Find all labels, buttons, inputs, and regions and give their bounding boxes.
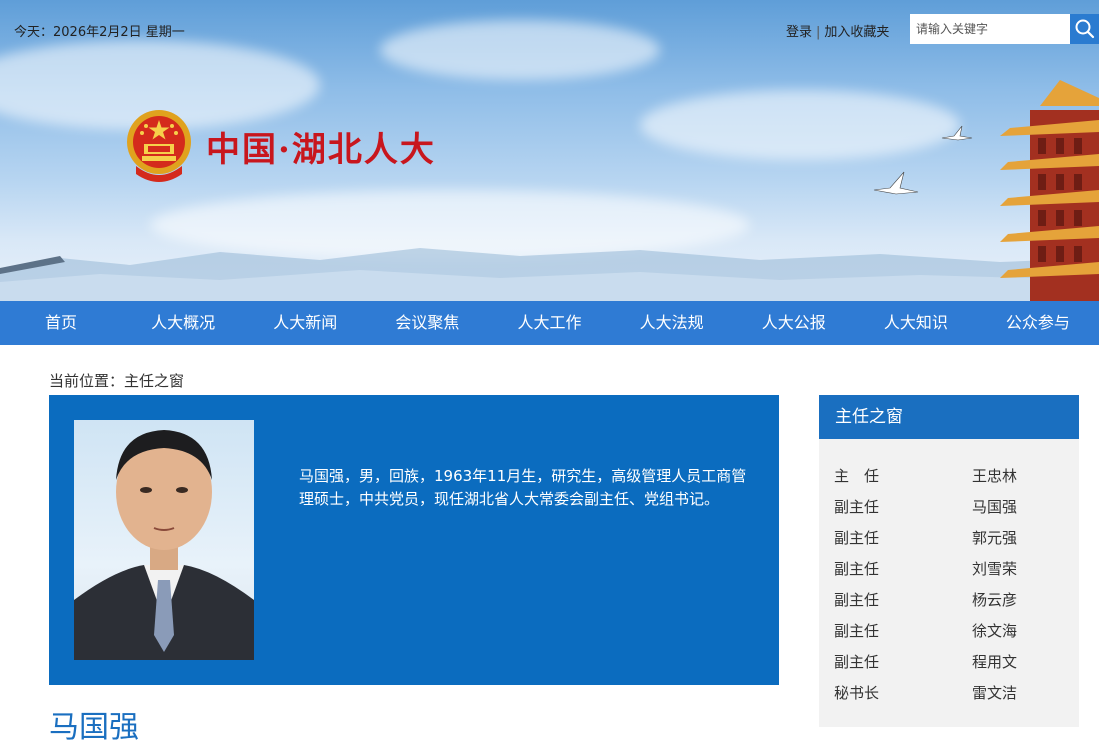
leader-row[interactable]: 副主任 刘雪荣 (834, 558, 1074, 580)
leader-row[interactable]: 副主任 程用文 (834, 651, 1074, 673)
leader-name[interactable]: 王忠林 (972, 465, 1017, 487)
profile-bio: 马国强，男，回族，1963年11月生，研究生，高级管理人员工商管理硕士，中共党员… (299, 467, 747, 508)
cloud-decoration (380, 20, 660, 80)
leader-title: 副主任 (834, 529, 880, 547)
mountains-decoration (0, 248, 1099, 301)
leader-name[interactable]: 徐文海 (972, 620, 1017, 642)
leader-title: 副主任 (834, 653, 880, 671)
portrait-photo (74, 420, 254, 660)
search-input[interactable] (910, 14, 1070, 44)
current-date: 今天：2026年2月2日 星期一 (14, 25, 185, 40)
leader-title: 主 任 (834, 467, 880, 485)
search-button[interactable] (1070, 14, 1099, 44)
cloud-decoration (640, 90, 960, 160)
nav-item-laws[interactable]: 人大法规 (611, 301, 733, 345)
leader-row[interactable]: 副主任 杨云彦 (834, 589, 1074, 611)
national-emblem-icon (127, 110, 191, 182)
nav-item-meetings[interactable]: 会议聚焦 (366, 301, 488, 345)
leader-title: 副主任 (834, 622, 880, 640)
nav-item-overview[interactable]: 人大概况 (122, 301, 244, 345)
nav-item-knowledge[interactable]: 人大知识 (855, 301, 977, 345)
leader-name[interactable]: 马国强 (972, 496, 1017, 518)
nav-item-bulletin[interactable]: 人大公报 (733, 301, 855, 345)
nav-item-participation[interactable]: 公众参与 (977, 301, 1099, 345)
leader-title: 副主任 (834, 591, 880, 609)
leader-title: 秘书长 (834, 684, 880, 702)
profile-card: 马国强，男，回族，1963年11月生，研究生，高级管理人员工商管理硕士，中共党员… (49, 395, 779, 685)
site-title: 中国·湖北人大 (206, 130, 436, 170)
portrait-image (74, 430, 254, 660)
leader-name[interactable]: 杨云彦 (972, 589, 1017, 611)
leader-row[interactable]: 主 任 王忠林 (834, 465, 1074, 487)
nav-item-news[interactable]: 人大新闻 (244, 301, 366, 345)
leader-name[interactable]: 程用文 (972, 651, 1017, 673)
leader-title: 副主任 (834, 560, 880, 578)
nav-item-work[interactable]: 人大工作 (488, 301, 610, 345)
nav-item-home[interactable]: 首页 (0, 301, 122, 345)
main-nav: 首页 人大概况 人大新闻 会议聚焦 人大工作 人大法规 人大公报 人大知识 公众… (0, 301, 1099, 345)
breadcrumb: 当前位置：主任之窗 (49, 372, 185, 390)
leaders-sidebar: 主任之窗 主 任王忠林 副主任 马国强 副主任 郭元强 副主任 刘雪荣 副主任 杨云彦 … (819, 395, 1079, 727)
crane-decoration (873, 171, 919, 195)
leader-name[interactable]: 雷文洁 (972, 682, 1017, 704)
leader-row[interactable]: 副主任 徐文海 (834, 620, 1074, 642)
top-links: 登录 | 加入收藏夹 (786, 21, 889, 40)
link-separator: | (816, 25, 821, 40)
leader-row[interactable]: 秘书长 雷文洁 (834, 682, 1074, 704)
crane-decoration (941, 125, 973, 141)
leader-name[interactable]: 刘雪荣 (972, 558, 1017, 580)
add-favorite-link[interactable]: 加入收藏夹 (824, 25, 889, 40)
leader-title: 副主任 (834, 498, 880, 516)
leader-row[interactable]: 副主任 郭元强 (834, 527, 1074, 549)
search-icon (1075, 19, 1095, 39)
sidebar-title: 主任之窗 (819, 395, 1079, 439)
profile-name: 马国强 (49, 710, 139, 745)
login-link[interactable]: 登录 (786, 25, 812, 40)
leader-row[interactable]: 副主任 马国强 (834, 496, 1074, 518)
header-banner: 今天：2026年2月2日 星期一 登录 |加入收藏夹 中国·湖北人大 (0, 0, 1099, 301)
leader-name[interactable]: 郭元强 (972, 527, 1017, 549)
yellow-crane-tower-decoration (1000, 80, 1099, 301)
